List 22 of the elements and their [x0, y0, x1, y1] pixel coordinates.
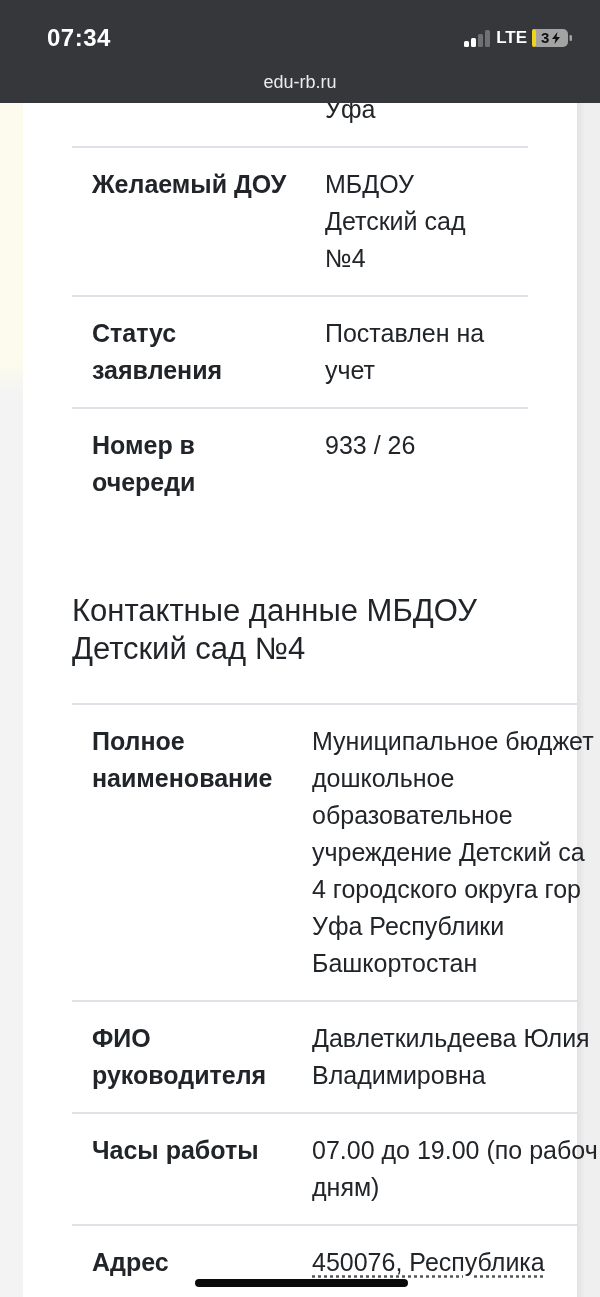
signal-icon: [464, 29, 491, 47]
address-url[interactable]: edu-rb.ru: [263, 71, 337, 93]
field-label: Номер в очереди: [92, 430, 197, 498]
field-value: МБДОУ Детский сад №4: [325, 169, 466, 274]
field-value: Поставлен на учет: [325, 318, 485, 386]
section-title: Контактные данные МБДОУ Детский сад №4: [72, 592, 478, 668]
field-label: Часы работы: [92, 1135, 260, 1166]
field-value: 933 / 26: [325, 430, 416, 461]
field-value: Давлеткильдеева Юлия Владимировна: [312, 1023, 590, 1091]
field-value: Муниципальное бюджет дошкольное образовательное учреждение Детский са 4 городского округа гор Уфа Республики Башкортостан: [312, 726, 594, 979]
field-label: ФИО руководителя: [92, 1023, 268, 1091]
field-label: Желаемый ДОУ: [92, 169, 288, 200]
address-link[interactable]: 450076, Республика: [312, 1244, 545, 1281]
network-type: LTE: [496, 28, 527, 48]
field-label: Адрес: [92, 1247, 170, 1278]
battery-percent: 3: [541, 29, 550, 47]
battery-icon: [532, 29, 572, 47]
bolt-icon: [552, 32, 560, 44]
field-label: Статус заявления: [92, 318, 224, 386]
field-value: 07.00 до 19.00 (по рабоч дням): [312, 1135, 598, 1203]
status-time: 07:34: [47, 24, 111, 52]
field-label: Полное наименование: [92, 726, 274, 794]
